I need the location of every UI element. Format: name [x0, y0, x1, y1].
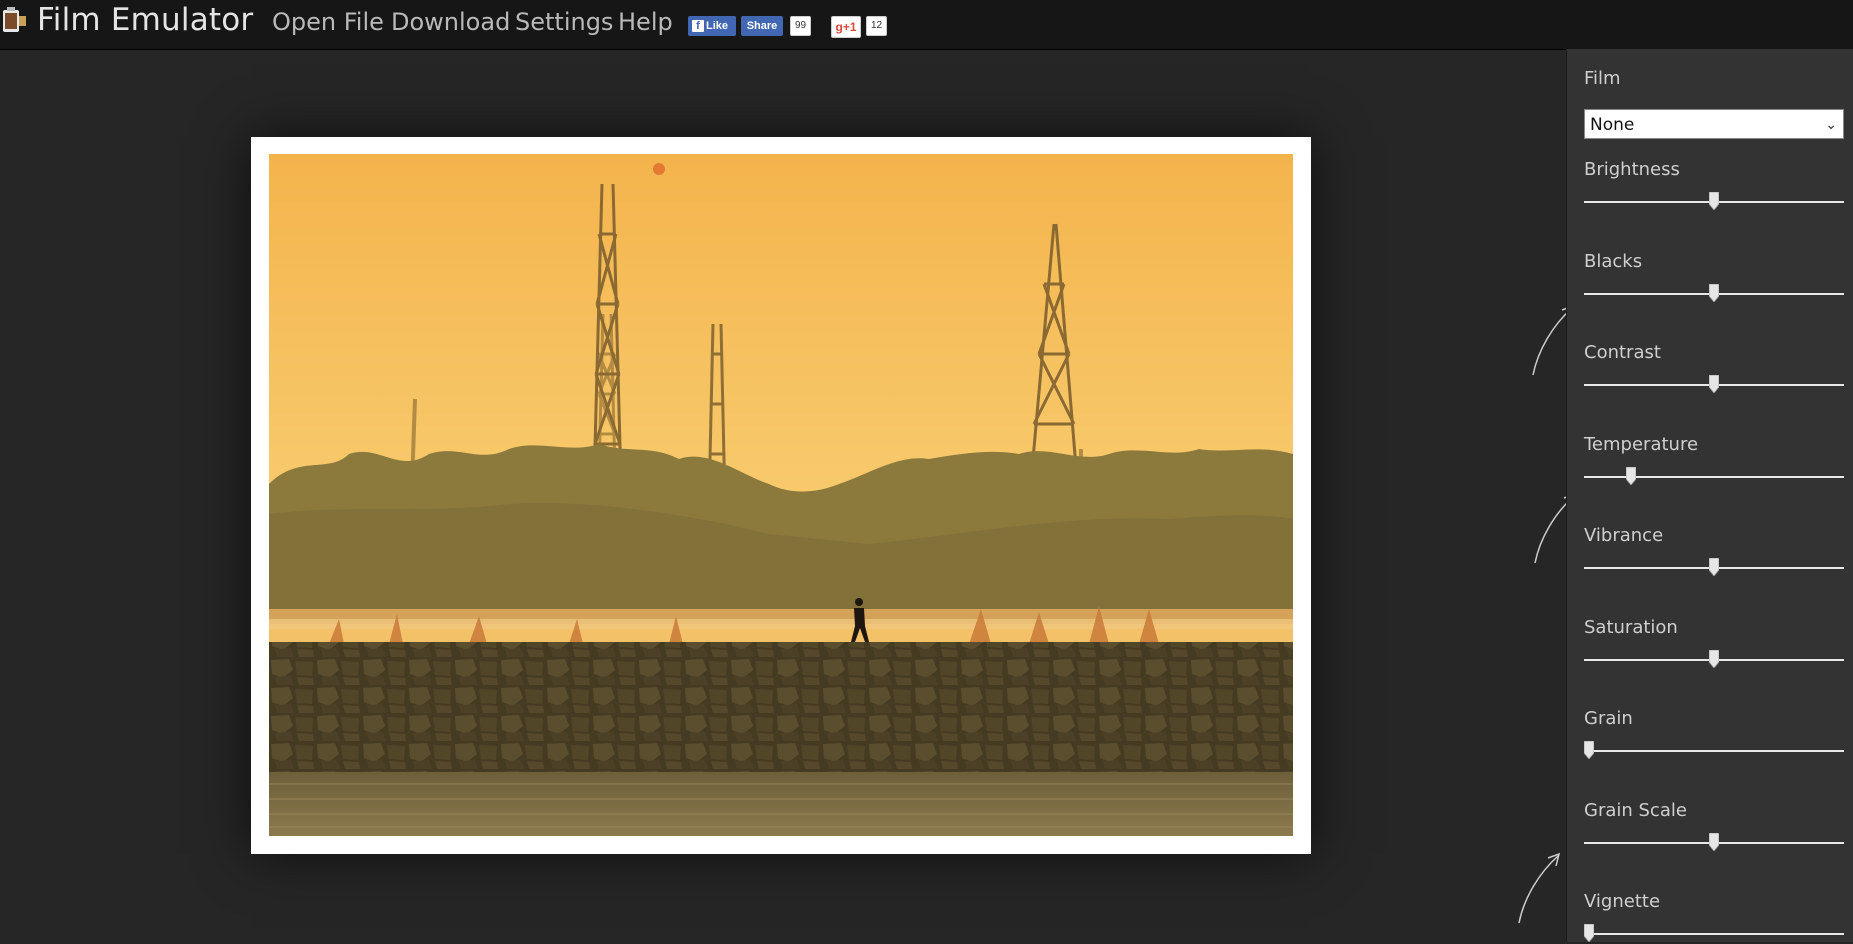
app-title[interactable]: Film Emulator	[37, 0, 253, 40]
slider-label-brightness: Brightness	[1584, 159, 1680, 180]
film-select-value: None	[1590, 115, 1635, 135]
film-canister-icon	[3, 7, 26, 32]
facebook-icon: f	[692, 20, 704, 32]
chevron-down-icon: ⌄	[1825, 117, 1837, 133]
photo-frame	[251, 137, 1311, 854]
hint-arrow-icon	[1518, 852, 1561, 924]
nav-download[interactable]: Download	[391, 6, 510, 38]
slider-label-vibrance: Vibrance	[1584, 525, 1664, 546]
slider-label-grain-scale: Grain Scale	[1584, 799, 1687, 821]
slider-thumb[interactable]	[1709, 283, 1719, 302]
slider-track	[1584, 475, 1844, 478]
film-label: Film	[1584, 68, 1621, 89]
slider-label-contrast: Contrast	[1584, 342, 1661, 363]
saturation-slider[interactable]	[1584, 649, 1844, 670]
google-plus-count: 12	[866, 16, 888, 36]
slider-label-blacks: Blacks	[1584, 250, 1643, 272]
nav-settings[interactable]: Settings	[515, 6, 613, 38]
facebook-share-count: 99	[790, 16, 812, 36]
slider-label-vignette: Vignette	[1584, 891, 1661, 912]
slider-label-grain: Grain	[1584, 708, 1633, 729]
brightness-slider[interactable]	[1584, 192, 1844, 212]
slider-thumb[interactable]	[1709, 375, 1719, 393]
film-select[interactable]: None ⌄	[1584, 109, 1844, 139]
facebook-like-button[interactable]: f Like	[688, 16, 736, 36]
facebook-like-label: Like	[706, 20, 729, 32]
nav-open-file[interactable]: Open File	[272, 6, 384, 38]
slider-label-temperature: Temperature	[1584, 433, 1699, 455]
slider-thumb[interactable]	[1709, 558, 1719, 576]
blacks-slider[interactable]	[1584, 283, 1844, 304]
contrast-slider[interactable]	[1584, 375, 1844, 395]
nav-help[interactable]: Help	[618, 6, 673, 38]
slider-thumb[interactable]	[1584, 741, 1595, 759]
top-navbar: Film Emulator Open File Download Setting…	[0, 0, 1853, 50]
temperature-slider[interactable]	[1584, 466, 1844, 487]
slider-thumb[interactable]	[1584, 924, 1595, 942]
vignette-slider[interactable]	[1584, 924, 1844, 944]
slider-label-saturation: Saturation	[1584, 616, 1678, 638]
slider-thumb[interactable]	[1709, 649, 1719, 668]
slider-track	[1584, 933, 1844, 935]
photo-canvas[interactable]	[269, 154, 1293, 836]
slider-thumb[interactable]	[1625, 466, 1636, 485]
slider-thumb[interactable]	[1709, 832, 1719, 851]
facebook-share-button[interactable]: Share	[741, 16, 783, 36]
grain-slider[interactable]	[1584, 741, 1844, 761]
grain-scale-slider[interactable]	[1584, 832, 1844, 853]
slider-track	[1584, 750, 1844, 752]
slider-thumb[interactable]	[1709, 192, 1719, 210]
adjustments-panel: Film None ⌄ Brightness Blacks Contrast Temp…	[1566, 49, 1853, 942]
vibrance-slider[interactable]	[1584, 558, 1844, 578]
google-plus-button[interactable]: g+1	[831, 16, 861, 38]
